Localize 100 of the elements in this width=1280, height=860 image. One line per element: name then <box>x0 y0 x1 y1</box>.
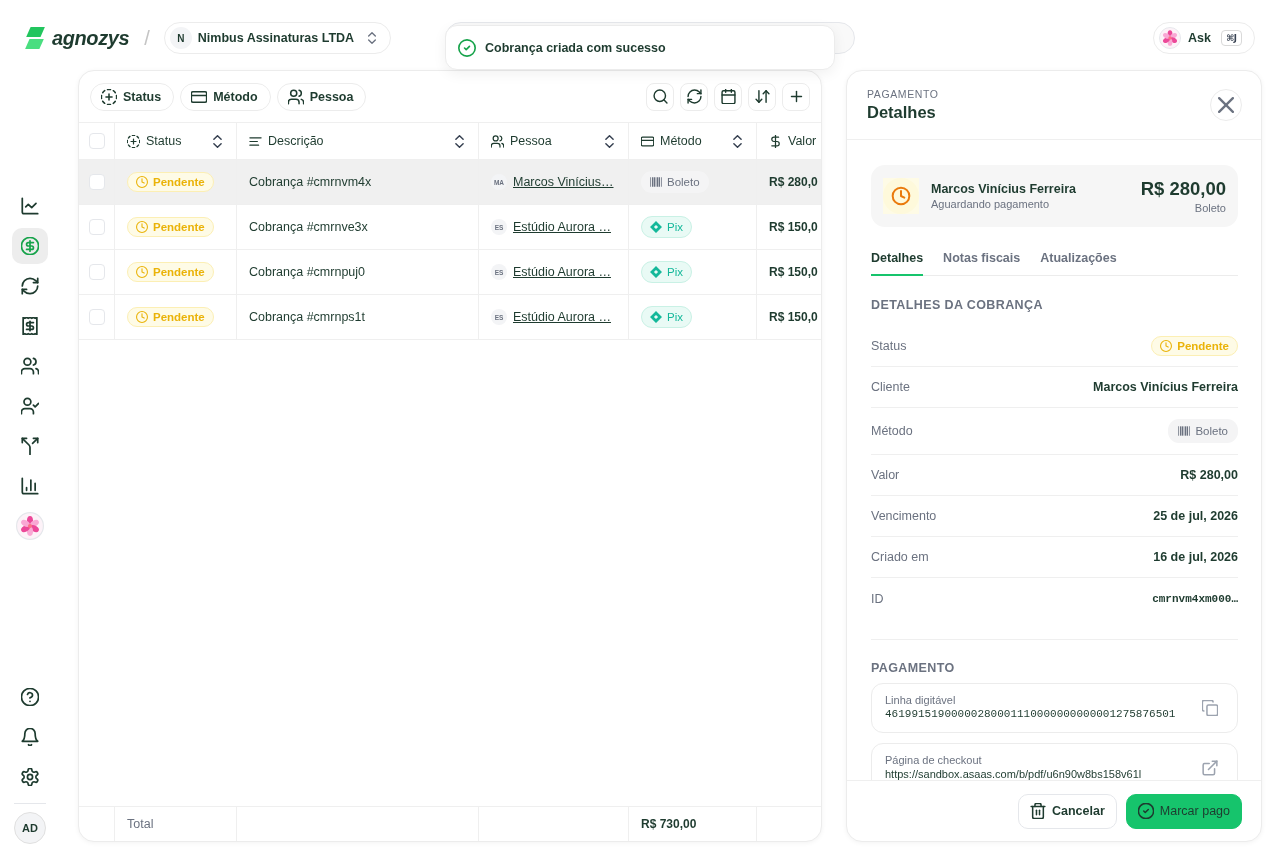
calendar-button[interactable] <box>714 82 742 111</box>
status-label: Pendente <box>153 221 205 233</box>
row-checkbox[interactable] <box>88 219 105 235</box>
refresh-button[interactable] <box>680 82 708 111</box>
search-button[interactable] <box>646 82 674 111</box>
panel-eyebrow: PAGAMENTO <box>867 88 939 100</box>
brand-name: agnozys <box>52 26 130 50</box>
sort-chevrons-icon[interactable] <box>731 134 744 148</box>
method-label: Pix <box>667 266 683 278</box>
pix-icon <box>650 266 662 278</box>
method-label: Pix <box>667 221 683 233</box>
bar-chart-icon <box>21 477 39 495</box>
description-text: Cobrança #cmrnpuj0 <box>249 265 366 279</box>
info-value: 46199151900000280001110000000000001275876501 <box>885 708 1176 721</box>
field-label: Criado em <box>871 550 929 564</box>
clock-icon <box>136 311 148 323</box>
sort-button[interactable] <box>748 82 776 111</box>
column-header[interactable]: Método <box>660 134 702 148</box>
row-checkbox[interactable] <box>88 174 105 190</box>
close-button[interactable] <box>1210 89 1242 121</box>
check-circle-icon <box>1137 803 1154 819</box>
field-label: Cliente <box>871 380 910 394</box>
field-label: Vencimento <box>871 509 937 523</box>
user-avatar[interactable]: AD <box>14 812 46 844</box>
info-value: https://sandbox.asaas.com/b/pdf/u6n90w8bs158v61l <box>885 768 1142 780</box>
calendar-icon <box>720 89 736 104</box>
user-check-icon <box>21 397 39 415</box>
description-text: Cobrança #cmrnvm4x <box>249 175 372 189</box>
users-icon <box>21 357 39 375</box>
summary-amount: R$ 280,00 <box>1140 178 1226 200</box>
field-label: ID <box>871 591 884 606</box>
organization-switcher[interactable]: N Nimbus Assinaturas LTDA <box>163 22 392 54</box>
dashed-plus-circle-icon <box>127 134 140 148</box>
row-checkbox[interactable] <box>88 264 105 280</box>
column-header[interactable]: Status <box>146 134 182 148</box>
check-circle-icon <box>458 38 476 57</box>
field-value: Marcos Vinícius Ferreira <box>1093 380 1238 394</box>
field-value: 16 de jul, 2026 <box>1153 550 1238 564</box>
section-title: PAGAMENTO <box>871 660 956 676</box>
tab[interactable]: Atualizações <box>1040 241 1117 276</box>
secondary-button[interactable]: Cancelar <box>1018 793 1117 829</box>
filter-chip[interactable]: Status <box>90 82 175 111</box>
row-checkbox[interactable] <box>88 309 105 325</box>
trash-icon <box>1030 803 1046 819</box>
users-icon <box>287 88 304 105</box>
dollar-icon <box>769 134 782 148</box>
ask-button[interactable]: Ask ⌘J <box>1153 22 1255 54</box>
section-title: DETALHES DA COBRANÇA <box>871 297 1044 313</box>
amount-text: R$ 280,0 <box>769 175 818 189</box>
person-link[interactable]: Estúdio Aurora … <box>513 265 611 279</box>
total-label: Total <box>127 817 154 831</box>
column-header[interactable]: Valor <box>788 134 817 148</box>
primary-button[interactable]: Marcar pago <box>1125 793 1242 829</box>
refresh-icon <box>21 277 39 295</box>
add-button[interactable] <box>782 82 810 111</box>
logo-icon <box>24 27 46 49</box>
field-label: Status <box>871 339 907 353</box>
barcode-icon <box>1178 425 1191 437</box>
payment-status-text: Aguardando pagamento <box>931 198 1051 210</box>
total-amount: R$ 730,00 <box>641 817 697 831</box>
sort-chevrons-icon[interactable] <box>453 134 466 148</box>
flower-avatar-icon <box>16 512 44 540</box>
receipt-icon <box>21 317 39 335</box>
clock-icon <box>136 221 148 233</box>
person-link[interactable]: Estúdio Aurora … <box>513 220 611 234</box>
field-label: Valor <box>871 468 900 482</box>
info-label: Página de checkout <box>885 754 983 767</box>
column-header[interactable]: Pessoa <box>510 134 552 148</box>
tab[interactable]: Detalhes <box>871 241 924 276</box>
panel-title: Detalhes <box>867 103 937 122</box>
plus-icon <box>788 89 804 104</box>
filter-chip[interactable]: Pessoa <box>276 82 367 111</box>
text-lines-icon <box>249 134 262 148</box>
person-link[interactable]: Marcos Vinícius… <box>513 175 614 189</box>
pix-icon <box>650 311 662 323</box>
status-label: Pendente <box>153 311 205 323</box>
clock-icon <box>883 178 919 214</box>
tab[interactable]: Notas fiscais <box>943 241 1021 276</box>
field-value: R$ 280,00 <box>1180 468 1238 482</box>
sort-chevrons-icon[interactable] <box>211 134 224 148</box>
status-label: Pendente <box>153 176 205 188</box>
close-icon <box>1218 97 1234 113</box>
field-label: Método <box>871 424 913 438</box>
person-link[interactable]: Estúdio Aurora … <box>513 310 611 324</box>
credit-card-icon <box>641 134 654 148</box>
keyboard-shortcut: ⌘J <box>1220 30 1242 46</box>
field-value: 25 de jul, 2026 <box>1153 509 1238 523</box>
id-value: cmrnvm4xm000… <box>1152 592 1238 605</box>
chevrons-up-down-icon <box>366 32 379 44</box>
amount-text: R$ 150,0 <box>769 220 818 234</box>
credit-card-icon <box>191 88 208 105</box>
barcode-icon <box>650 176 662 188</box>
description-text: Cobrança #cmrnve3x <box>249 220 368 234</box>
clock-icon <box>1160 340 1173 352</box>
line-chart-icon <box>21 197 39 215</box>
pix-icon <box>650 221 662 233</box>
sort-chevrons-icon[interactable] <box>603 134 616 148</box>
select-all-checkbox[interactable] <box>88 133 105 149</box>
filter-chip[interactable]: Método <box>180 82 271 111</box>
column-header[interactable]: Descrição <box>268 134 324 148</box>
